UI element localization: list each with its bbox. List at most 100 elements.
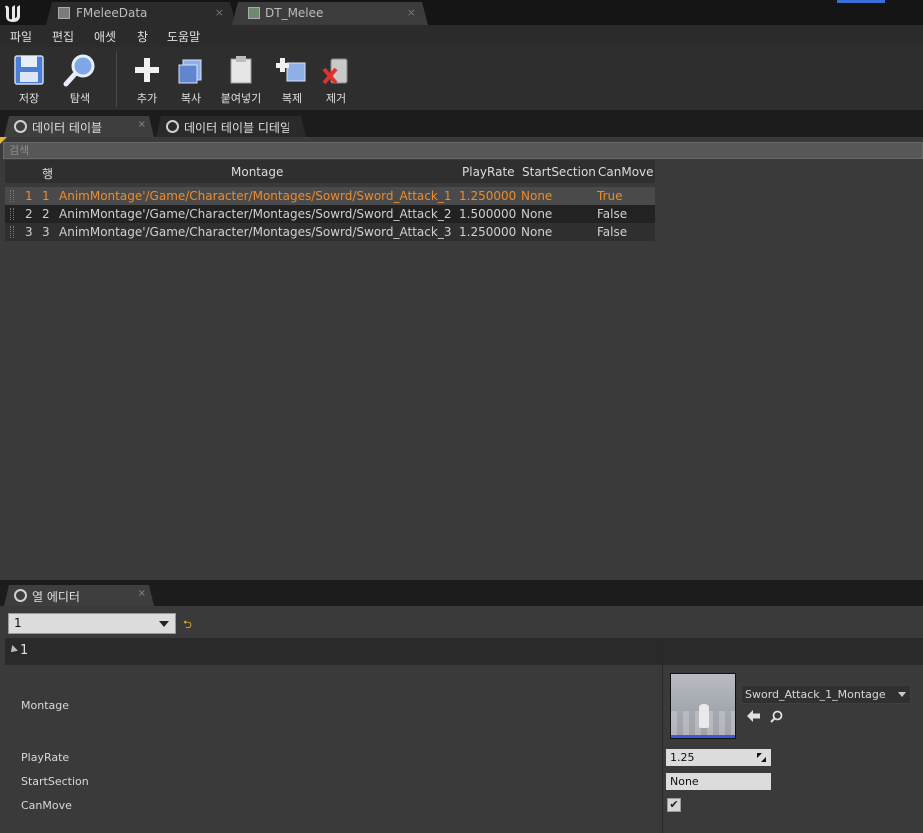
canmove-cell: True xyxy=(597,189,623,203)
info-icon xyxy=(14,589,27,602)
chevron-down-icon xyxy=(159,621,169,627)
row-name: 1 xyxy=(42,189,50,203)
montage-thumbnail[interactable] xyxy=(670,673,736,739)
table-header: 행 Montage PlayRate StartSection CanMove xyxy=(5,160,655,183)
playrate-value: 1.25 xyxy=(670,751,695,764)
use-selected-arrow-icon[interactable] xyxy=(747,710,761,722)
add-label: 추가 xyxy=(136,92,158,105)
canmove-property-label: CanMove xyxy=(21,799,72,812)
canmove-checkbox[interactable]: ✔ xyxy=(667,798,681,812)
search-input[interactable]: 검색 xyxy=(3,142,923,159)
table-row[interactable]: 3 3 AnimMontage'/Game/Character/Montages… xyxy=(5,223,655,241)
toolbar: 저장 탐색 추가 복사 붙여넣기 복제 제거 xyxy=(0,47,923,111)
unreal-logo-icon xyxy=(2,2,24,24)
canmove-cell: False xyxy=(597,207,628,221)
menu-bar: 파일 편집 애셋 창 도움말 xyxy=(0,25,923,47)
add-row-button[interactable]: 추가 xyxy=(125,53,169,109)
playrate-input[interactable]: 1.25 xyxy=(666,749,771,766)
row-index: 3 xyxy=(25,225,33,239)
tab-dt-melee[interactable]: DT_Melee × xyxy=(232,2,428,25)
character-figure-icon xyxy=(699,704,709,728)
tab-label: 열 에디터 xyxy=(32,590,80,604)
table-row[interactable]: 2 2 AnimMontage'/Game/Character/Montages… xyxy=(5,205,655,223)
tab-data-table[interactable]: 데이터 테이블 × xyxy=(4,116,154,137)
column-header-row[interactable]: 행 xyxy=(42,165,53,182)
column-header-canmove[interactable]: CanMove xyxy=(598,165,654,179)
column-header-montage[interactable]: Montage xyxy=(231,165,283,179)
table-row[interactable]: 1 1 AnimMontage'/Game/Character/Montages… xyxy=(5,187,655,205)
startsection-cell: None xyxy=(521,225,553,239)
column-divider[interactable] xyxy=(662,638,663,833)
column-editor-panel: 1 ⮌ 1 Montage PlayRate StartSection CanM… xyxy=(0,606,923,833)
montage-asset-picker[interactable]: Sword_Attack_1_Montage xyxy=(741,685,911,704)
toolbar-separator xyxy=(116,51,117,107)
row-name: 3 xyxy=(42,225,50,239)
drag-handle-icon[interactable] xyxy=(10,226,14,238)
startsection-input[interactable]: None xyxy=(666,773,771,790)
startsection-cell: None xyxy=(521,207,553,221)
paste-button[interactable]: 붙여넣기 xyxy=(219,53,263,109)
struct-icon xyxy=(58,7,70,19)
column-header-playrate[interactable]: PlayRate xyxy=(462,165,515,179)
close-icon[interactable]: × xyxy=(138,588,146,599)
menu-window[interactable]: 창 xyxy=(137,28,148,45)
copy-label: 복사 xyxy=(180,92,202,105)
asset-type-bar xyxy=(671,735,735,738)
trash-icon xyxy=(322,58,348,85)
tab-label: DT_Melee xyxy=(265,6,324,20)
row-name-dropdown[interactable]: 1 xyxy=(8,613,176,634)
chevron-down-icon xyxy=(898,692,906,697)
montage-property-label: Montage xyxy=(21,699,69,712)
drag-handle-icon[interactable] xyxy=(10,190,14,202)
montage-cell: AnimMontage'/Game/Character/Montages/Sow… xyxy=(59,207,451,221)
browse-label: 탐색 xyxy=(69,92,91,105)
canmove-cell: False xyxy=(597,225,628,239)
asset-name: Sword_Attack_1_Montage xyxy=(745,688,886,701)
copy-button[interactable]: 복사 xyxy=(169,53,213,109)
category-header[interactable]: 1 xyxy=(5,638,923,665)
menu-edit[interactable]: 편집 xyxy=(52,28,74,45)
menu-file[interactable]: 파일 xyxy=(10,28,32,45)
row-index: 2 xyxy=(25,207,33,221)
montage-cell: AnimMontage'/Game/Character/Montages/Sow… xyxy=(59,225,451,239)
column-header-startsection[interactable]: StartSection xyxy=(522,165,596,179)
column-editor-tab-bar: 열 에디터 × xyxy=(0,580,923,606)
data-table-panel: 검색 행 Montage PlayRate StartSection CanMo… xyxy=(0,137,923,580)
expand-arrow-icon[interactable] xyxy=(8,645,18,655)
playrate-property-label: PlayRate xyxy=(21,751,70,764)
duplicate-icon xyxy=(276,58,306,82)
tab-fmeleedata[interactable]: FMeleeData × xyxy=(46,2,236,25)
window-accent-strip xyxy=(837,0,885,3)
close-icon[interactable]: × xyxy=(407,6,416,19)
reset-arrow-icon[interactable]: ⮌ xyxy=(183,616,192,635)
browse-button[interactable]: 탐색 xyxy=(58,53,102,109)
tab-column-editor[interactable]: 열 에디터 × xyxy=(4,585,154,606)
table-tab-bar: 데이터 테이블 × 데이터 테이블 디테일 xyxy=(0,111,923,137)
tab-label: FMeleeData xyxy=(76,6,148,20)
info-icon xyxy=(166,120,179,133)
montage-cell: AnimMontage'/Game/Character/Montages/Sow… xyxy=(59,189,451,203)
paste-icon xyxy=(230,56,252,84)
playrate-cell: 1.500000 xyxy=(459,207,517,221)
close-icon[interactable]: × xyxy=(138,119,146,130)
menu-asset[interactable]: 애셋 xyxy=(94,28,116,45)
save-label: 저장 xyxy=(18,92,40,105)
save-icon xyxy=(14,55,44,85)
plus-icon xyxy=(135,58,159,82)
close-icon[interactable]: × xyxy=(215,6,224,19)
browse-magnifier-icon[interactable] xyxy=(770,710,783,723)
drag-handle-icon[interactable] xyxy=(10,208,14,220)
remove-button[interactable]: 제거 xyxy=(314,53,358,109)
tab-data-table-details[interactable]: 데이터 테이블 디테일 xyxy=(156,116,306,137)
playrate-cell: 1.250000 xyxy=(459,189,517,203)
row-name-value: 1 xyxy=(14,616,22,630)
duplicate-button[interactable]: 복제 xyxy=(270,53,314,109)
tab-label: 데이터 테이블 디테일 xyxy=(184,121,289,135)
row-name: 2 xyxy=(42,207,50,221)
paste-label: 붙여넣기 xyxy=(220,92,262,105)
menu-help[interactable]: 도움말 xyxy=(167,28,200,45)
resize-arrows-icon xyxy=(757,753,766,762)
save-button[interactable]: 저장 xyxy=(7,53,51,109)
remove-label: 제거 xyxy=(325,92,347,105)
startsection-cell: None xyxy=(521,189,553,203)
